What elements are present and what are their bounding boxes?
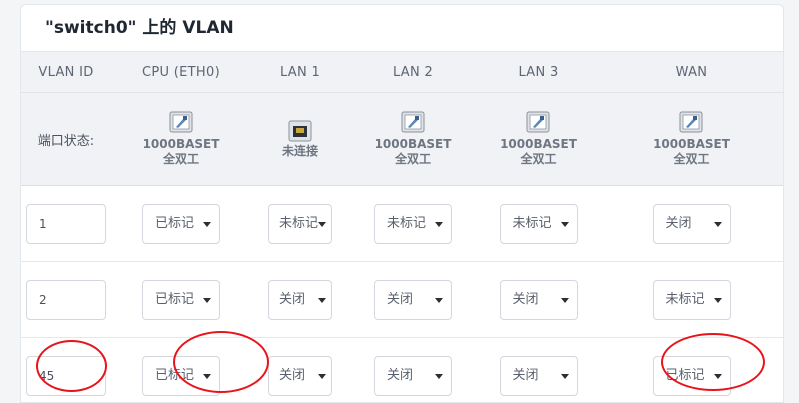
chevron-down-icon bbox=[203, 374, 211, 379]
col-header-lan1: LAN 1 bbox=[251, 52, 349, 93]
port-mode-select-lan3[interactable]: 未标记 bbox=[500, 204, 578, 244]
vlan-row: 已标记 未标记 未标记 未标记 关闭 bbox=[21, 186, 783, 262]
chevron-down-icon bbox=[318, 374, 326, 379]
port-mode-select-cpu[interactable]: 已标记 bbox=[142, 356, 220, 396]
col-header-cpu: CPU (ETH0) bbox=[111, 52, 251, 93]
chevron-down-icon bbox=[203, 222, 211, 227]
col-header-wan: WAN bbox=[600, 52, 783, 93]
port-mode-select-cpu[interactable]: 已标记 bbox=[142, 204, 220, 244]
port-mode-select-lan3[interactable]: 关闭 bbox=[500, 356, 578, 396]
vlan-id-input[interactable] bbox=[26, 204, 106, 244]
chevron-down-icon bbox=[714, 298, 722, 303]
chevron-down-icon bbox=[435, 298, 443, 303]
port-mode-select-wan[interactable]: 已标记 bbox=[653, 356, 731, 396]
chevron-down-icon bbox=[318, 298, 326, 303]
chevron-down-icon bbox=[435, 222, 443, 227]
port-mode-select-lan1[interactable]: 关闭 bbox=[268, 356, 332, 396]
port-mode-select-lan2[interactable]: 关闭 bbox=[374, 356, 452, 396]
port-mode-select-wan[interactable]: 关闭 bbox=[653, 204, 731, 244]
col-header-lan2: LAN 2 bbox=[349, 52, 477, 93]
port-mode-select-lan3[interactable]: 关闭 bbox=[500, 280, 578, 320]
chevron-down-icon bbox=[435, 374, 443, 379]
port-mode-select-lan2[interactable]: 关闭 bbox=[374, 280, 452, 320]
port-status-cpu: 1000BASET 全双工 bbox=[143, 111, 220, 167]
ethernet-connected-icon bbox=[526, 111, 550, 133]
port-mode-select-wan[interactable]: 未标记 bbox=[653, 280, 731, 320]
port-mode-select-lan1[interactable]: 未标记 bbox=[268, 204, 332, 244]
ethernet-connected-icon bbox=[401, 111, 425, 133]
chevron-down-icon bbox=[561, 298, 569, 303]
ethernet-connected-icon bbox=[169, 111, 193, 133]
port-status-row: 端口状态: 1000BASET 全双工 bbox=[21, 93, 783, 186]
vlan-panel: "switch0" 上的 VLAN VLAN ID CPU (ETH0) LAN… bbox=[20, 4, 784, 403]
port-status-label: 端口状态: bbox=[38, 134, 94, 149]
vlan-table: VLAN ID CPU (ETH0) LAN 1 LAN 2 LAN 3 WAN… bbox=[21, 52, 783, 403]
chevron-down-icon bbox=[561, 222, 569, 227]
chevron-down-icon bbox=[318, 222, 326, 227]
col-header-lan3: LAN 3 bbox=[477, 52, 600, 93]
port-status-lan3: 1000BASET 全双工 bbox=[500, 111, 577, 167]
table-header-row: VLAN ID CPU (ETH0) LAN 1 LAN 2 LAN 3 WAN bbox=[21, 52, 783, 93]
vlan-row: 已标记 关闭 关闭 关闭 未标记 bbox=[21, 262, 783, 338]
vlan-id-input[interactable] bbox=[26, 280, 106, 320]
port-status-wan: 1000BASET 全双工 bbox=[653, 111, 730, 167]
chevron-down-icon bbox=[561, 374, 569, 379]
chevron-down-icon bbox=[203, 298, 211, 303]
panel-title: "switch0" 上的 VLAN bbox=[21, 5, 783, 52]
vlan-id-input[interactable] bbox=[26, 356, 106, 396]
chevron-down-icon bbox=[714, 222, 722, 227]
port-mode-select-cpu[interactable]: 已标记 bbox=[142, 280, 220, 320]
col-header-vlan-id: VLAN ID bbox=[21, 52, 111, 93]
port-status-lan2: 1000BASET 全双工 bbox=[375, 111, 452, 167]
ethernet-connected-icon bbox=[679, 111, 703, 133]
chevron-down-icon bbox=[714, 374, 722, 379]
port-status-lan1: 未连接 bbox=[282, 120, 318, 159]
port-mode-select-lan1[interactable]: 关闭 bbox=[268, 280, 332, 320]
port-mode-select-lan2[interactable]: 未标记 bbox=[374, 204, 452, 244]
ethernet-disconnected-icon bbox=[288, 120, 312, 142]
vlan-row: 已标记 关闭 关闭 关闭 已标记 bbox=[21, 338, 783, 403]
